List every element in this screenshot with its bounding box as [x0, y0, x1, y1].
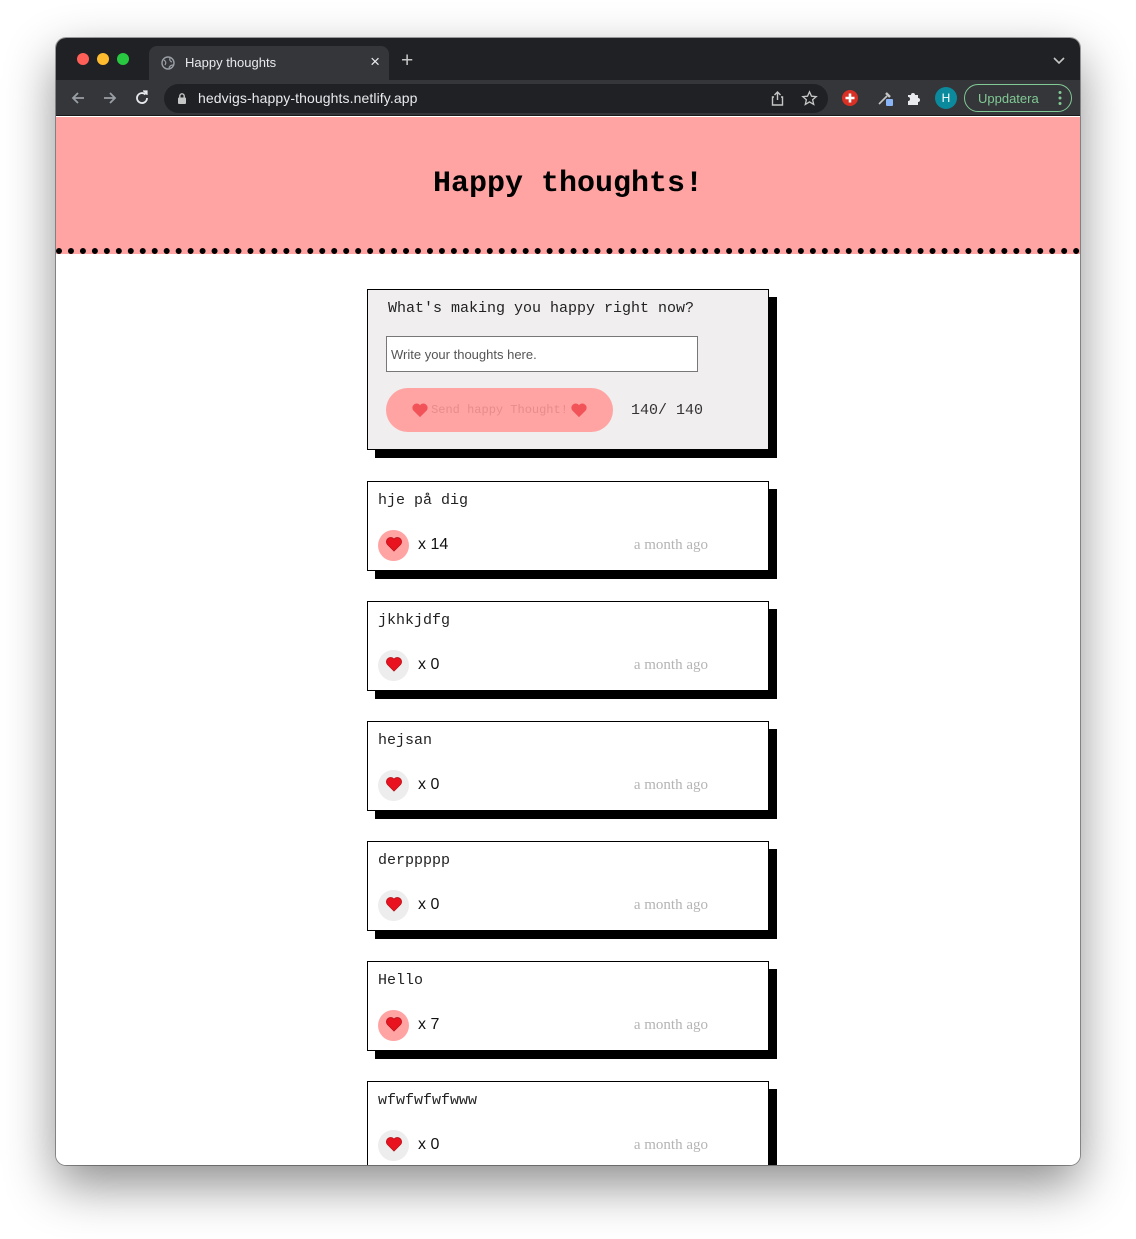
update-button[interactable]: Uppdatera	[964, 84, 1072, 112]
posted-time: a month ago	[633, 657, 708, 673]
more-vert-icon	[1058, 91, 1062, 105]
lock-icon	[178, 93, 186, 104]
thought-text: hejsan	[378, 732, 433, 749]
posted-time: a month ago	[633, 777, 708, 793]
like-button[interactable]	[378, 1130, 409, 1161]
like-count: x 0	[418, 1136, 440, 1153]
chevron-down-icon[interactable]	[1052, 53, 1066, 67]
thought-card: jkhkjdfg x 0 a month ago	[367, 601, 769, 691]
character-counter: 140/ 140	[631, 402, 704, 419]
like-button[interactable]	[378, 650, 409, 681]
tab-title: Happy thoughts	[185, 55, 277, 70]
like-count: x 7	[418, 1016, 440, 1033]
thought-input[interactable]	[386, 336, 698, 372]
thought-text: hje på dig	[378, 492, 469, 509]
like-button[interactable]	[378, 530, 409, 561]
heart-icon	[385, 776, 403, 795]
thought-card: hje på dig x 14 a month ago	[367, 481, 769, 571]
extension-red-cross-icon[interactable]	[841, 89, 859, 107]
posted-time: a month ago	[633, 1137, 708, 1153]
browser-window: Happy thoughts × + hedvigs-happy-thought…	[56, 38, 1080, 1165]
heart-icon	[385, 656, 403, 675]
posted-time: a month ago	[633, 537, 708, 553]
extension-eyedropper-icon[interactable]	[876, 89, 894, 107]
update-label: Uppdatera	[978, 91, 1039, 106]
maximize-window-button[interactable]	[117, 53, 129, 65]
heart-icon	[385, 536, 403, 555]
address-bar[interactable]: hedvigs-happy-thoughts.netlify.app	[164, 84, 828, 113]
posted-time: a month ago	[633, 1017, 708, 1033]
tab-strip: Happy thoughts × +	[56, 38, 1080, 80]
browser-toolbar: hedvigs-happy-thoughts.netlify.app H Upp…	[56, 80, 1080, 116]
heart-icon	[412, 403, 428, 418]
thought-text: derppppp	[378, 852, 451, 869]
heart-icon	[385, 1136, 403, 1155]
like-count: x 0	[418, 776, 440, 793]
like-count: x 0	[418, 896, 440, 913]
thought-text: wfwfwfwfwww	[378, 1092, 478, 1109]
tab-happy-thoughts[interactable]: Happy thoughts ×	[149, 46, 389, 80]
thought-card: Hello x 7 a month ago	[367, 961, 769, 1051]
close-tab-icon[interactable]: ×	[370, 52, 380, 72]
star-icon[interactable]	[801, 90, 818, 107]
heart-icon	[385, 1016, 403, 1035]
minimize-window-button[interactable]	[97, 53, 109, 65]
thought-text: Hello	[378, 972, 424, 989]
close-window-button[interactable]	[77, 53, 89, 65]
form-prompt: What's making you happy right now?	[388, 300, 695, 317]
heart-icon	[385, 896, 403, 915]
thought-form: What's making you happy right now? Send …	[367, 289, 769, 450]
thought-text: jkhkjdfg	[378, 612, 451, 629]
extensions-puzzle-icon[interactable]	[905, 89, 923, 107]
like-count: x 14	[418, 536, 449, 553]
share-icon[interactable]	[769, 90, 786, 107]
posted-time: a month ago	[633, 897, 708, 913]
thought-card: wfwfwfwfwww x 0 a month ago	[367, 1081, 769, 1165]
heart-icon	[571, 403, 587, 418]
page-title: Happy thoughts!	[432, 167, 704, 201]
globe-icon	[161, 56, 175, 70]
back-arrow-icon[interactable]	[69, 89, 87, 107]
page-content: Happy thoughts! What's making you happy …	[56, 117, 1080, 1165]
forward-arrow-icon[interactable]	[101, 89, 119, 107]
like-count: x 0	[418, 656, 440, 673]
like-button[interactable]	[378, 890, 409, 921]
send-button-label: Send happy Thought!	[431, 403, 568, 417]
send-thought-button[interactable]: Send happy Thought!	[386, 388, 613, 432]
profile-avatar[interactable]: H	[935, 87, 957, 109]
new-tab-button[interactable]: +	[401, 50, 413, 72]
like-button[interactable]	[378, 1010, 409, 1041]
url-text: hedvigs-happy-thoughts.netlify.app	[198, 90, 418, 106]
thought-card: derppppp x 0 a month ago	[367, 841, 769, 931]
reload-icon[interactable]	[133, 89, 151, 107]
page-header: Happy thoughts!	[56, 117, 1080, 254]
thought-card: hejsan x 0 a month ago	[367, 721, 769, 811]
like-button[interactable]	[378, 770, 409, 801]
